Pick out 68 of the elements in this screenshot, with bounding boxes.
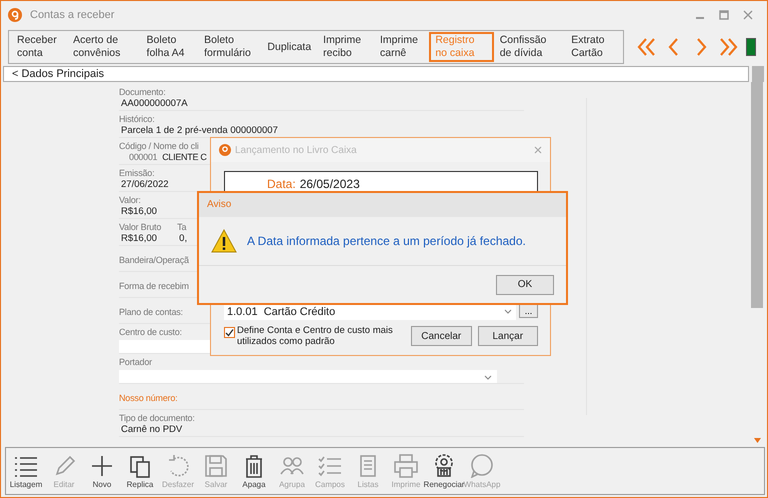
field-value: AA000000007A: [120, 98, 188, 110]
field-label: Valor Bruto: [119, 222, 162, 233]
scroll-down-icon[interactable]: [754, 438, 761, 443]
status-indicator: [746, 38, 756, 56]
action-tab[interactable]: Acerto de convênios: [67, 32, 141, 62]
date-value: 26/05/2023: [300, 177, 360, 191]
logo-icon: [219, 144, 231, 156]
first-record-icon[interactable]: [636, 37, 658, 57]
maximize-icon[interactable]: [719, 10, 729, 20]
dialog-title: Lançamento no Livro Caixa: [235, 144, 357, 156]
scrollbar-thumb[interactable]: [751, 82, 763, 308]
field-value: Carnê no PDV: [120, 424, 182, 436]
warning-icon: [211, 229, 237, 253]
field-label: Plano de contas:: [119, 306, 183, 318]
field-label: Tipo de documento:: [119, 413, 195, 424]
checklist-icon: [317, 454, 343, 478]
field-label: Nosso número:: [119, 392, 178, 404]
close-icon[interactable]: [534, 146, 542, 154]
toolbar-button[interactable]: Replica: [122, 454, 158, 488]
dialog-button[interactable]: Cancelar: [411, 326, 472, 346]
printer-icon: [393, 454, 419, 478]
field-value: R$16,00: [120, 233, 157, 245]
action-tab[interactable]: Imprime carnê: [374, 32, 430, 62]
field-label: Ta: [177, 222, 186, 233]
chevron-down-icon: [504, 309, 512, 314]
action-tab[interactable]: Confissão de dívida: [494, 32, 566, 62]
dropdown-field[interactable]: [119, 370, 497, 383]
dialog-button[interactable]: Lançar: [478, 326, 538, 346]
field-label: Emissão:: [119, 168, 154, 179]
chevron-down-icon: [484, 375, 492, 380]
checkbox[interactable]: [224, 327, 235, 338]
field-value: 0,: [178, 233, 188, 245]
section-header[interactable]: < Dados Principais: [3, 66, 749, 82]
action-tab[interactable]: Imprime recibo: [317, 32, 374, 62]
action-tab[interactable]: Receber conta: [11, 32, 68, 62]
field-label: Portador: [119, 357, 152, 368]
close-icon[interactable]: [743, 10, 753, 20]
alert-title: Aviso: [199, 193, 566, 217]
checkbox-label: Define Conta e Centro de custo mais utilizados como padrão: [237, 325, 394, 347]
client-name: CLIENTE C: [162, 152, 207, 162]
last-record-icon[interactable]: [717, 37, 739, 57]
plus-icon: [89, 454, 115, 478]
action-tab[interactable]: Boleto folha A4: [140, 32, 198, 62]
field-label: Valor:: [119, 195, 141, 206]
copy-icon: [127, 454, 153, 478]
toolbar-button[interactable]: Apaga: [236, 454, 272, 488]
field-label: Histórico:: [119, 114, 155, 125]
field-label: Centro de custo:: [119, 327, 182, 338]
field-value: 27/06/2022: [120, 179, 169, 191]
window-title: Contas a receber: [30, 8, 114, 20]
field-label: Código / Nome do cli: [119, 141, 199, 152]
field-value: R$16,00: [120, 206, 157, 218]
field-label: Forma de recebim: [119, 280, 189, 292]
action-tab[interactable]: Boleto formulário: [198, 32, 262, 62]
ok-button[interactable]: OK: [496, 274, 554, 294]
date-label: Data:: [267, 177, 296, 191]
action-tab[interactable]: Extrato Cartão: [565, 32, 621, 62]
chat-bubble-icon: [469, 454, 495, 478]
toolbar-button[interactable]: Novo: [84, 454, 120, 488]
field-label: Bandeira/Operaçã: [119, 254, 189, 266]
alert-message: A Data informada pertence a um período já fechado.: [247, 234, 526, 248]
toolbar-button[interactable]: Listagem: [8, 454, 44, 488]
field-label: Documento:: [119, 87, 166, 98]
field-value: Parcela 1 de 2 pré-venda 000000007: [120, 125, 278, 137]
action-tab[interactable]: Duplicata: [261, 32, 318, 62]
logo-icon: [8, 8, 22, 22]
toolbar-button[interactable]: Renegociar: [426, 454, 462, 488]
client-code: 000001: [129, 152, 158, 162]
